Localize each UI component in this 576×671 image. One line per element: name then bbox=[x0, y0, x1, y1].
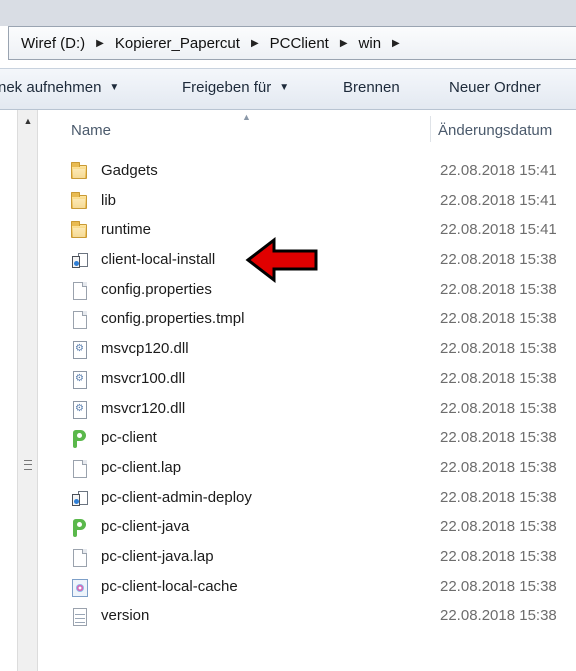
file-name: config.properties bbox=[101, 280, 212, 298]
file-date: 22.08.2018 15:38 bbox=[440, 607, 557, 625]
include-in-library-label: nek aufnehmen bbox=[0, 79, 102, 96]
papercut-app-icon bbox=[71, 519, 89, 538]
file-date: 22.08.2018 15:38 bbox=[440, 369, 557, 387]
file-row[interactable]: pc-client-java 22.08.2018 15:38 bbox=[38, 513, 576, 543]
file-date: 22.08.2018 15:38 bbox=[440, 458, 557, 476]
share-with-label: Freigeben für bbox=[182, 79, 272, 96]
file-list-pane: ▲ Name ▲ Änderungsdatum Gadgets 22.08.20… bbox=[0, 110, 576, 671]
file-date: 22.08.2018 15:38 bbox=[440, 518, 557, 536]
chevron-right-icon[interactable]: ▶ bbox=[340, 38, 348, 49]
file-name: pc-client-java.lap bbox=[101, 547, 214, 565]
file-row[interactable]: pc-client.lap 22.08.2018 15:38 bbox=[38, 454, 576, 484]
file-row[interactable]: pc-client-local-cache 22.08.2018 15:38 bbox=[38, 573, 576, 603]
file-row[interactable]: msvcp120.dll 22.08.2018 15:38 bbox=[38, 335, 576, 365]
file-name: msvcr120.dll bbox=[101, 399, 186, 417]
scrollbar-grip-icon[interactable] bbox=[24, 460, 32, 470]
file-name: pc-client.lap bbox=[101, 458, 182, 476]
file-name: Gadgets bbox=[101, 162, 158, 179]
file-rows: Gadgets 22.08.2018 15:41 lib 22.08.2018 … bbox=[38, 157, 576, 632]
file-date: 22.08.2018 15:41 bbox=[440, 221, 557, 239]
file-date: 22.08.2018 15:38 bbox=[440, 280, 557, 298]
file-name: pc-client bbox=[101, 429, 157, 447]
file-date: 22.08.2018 15:38 bbox=[440, 547, 557, 565]
file-name: msvcp120.dll bbox=[101, 340, 189, 358]
file-name: pc-client-java bbox=[101, 518, 190, 536]
breadcrumb-item-drive[interactable]: Wiref (D:) ▶ bbox=[19, 35, 113, 52]
document-icon bbox=[71, 281, 89, 300]
chevron-right-icon[interactable]: ▶ bbox=[96, 38, 104, 49]
chevron-right-icon[interactable]: ▶ bbox=[251, 38, 259, 49]
batch-file-icon bbox=[71, 490, 89, 508]
caret-down-icon: ▼ bbox=[279, 82, 290, 93]
file-name: version bbox=[101, 607, 150, 625]
file-date: 22.08.2018 15:41 bbox=[440, 162, 557, 179]
dll-icon bbox=[71, 400, 89, 419]
file-date: 22.08.2018 15:38 bbox=[440, 399, 557, 417]
column-header-name[interactable]: Name bbox=[71, 122, 111, 139]
include-in-library-button[interactable]: nek aufnehmen ▼ bbox=[0, 79, 119, 96]
breadcrumb-label[interactable]: PCClient bbox=[268, 35, 331, 52]
breadcrumb-item-kopierer[interactable]: Kopierer_Papercut ▶ bbox=[113, 35, 268, 52]
file-date: 22.08.2018 15:38 bbox=[440, 577, 557, 595]
file-row[interactable]: lib 22.08.2018 15:41 bbox=[38, 187, 576, 217]
burn-label: Brennen bbox=[343, 79, 400, 96]
file-row[interactable]: msvcr120.dll 22.08.2018 15:38 bbox=[38, 395, 576, 425]
file-date: 22.08.2018 15:38 bbox=[440, 488, 557, 506]
file-row[interactable]: msvcr100.dll 22.08.2018 15:38 bbox=[38, 365, 576, 395]
breadcrumb-label[interactable]: win bbox=[357, 35, 384, 52]
dll-icon bbox=[71, 370, 89, 389]
file-name: pc-client-local-cache bbox=[101, 577, 238, 595]
file-row[interactable]: pc-client-java.lap 22.08.2018 15:38 bbox=[38, 543, 576, 573]
file-row[interactable]: config.properties.tmpl 22.08.2018 15:38 bbox=[38, 305, 576, 335]
file-name: client-local-install bbox=[101, 251, 216, 269]
file-row[interactable]: Gadgets 22.08.2018 15:41 bbox=[38, 157, 576, 187]
window-top-strip bbox=[0, 0, 576, 26]
file-name: msvcr100.dll bbox=[101, 369, 186, 387]
column-header-row: Name ▲ Änderungsdatum bbox=[38, 110, 576, 144]
file-date: 22.08.2018 15:41 bbox=[440, 191, 557, 209]
sort-ascending-icon: ▲ bbox=[242, 112, 251, 122]
folder-icon bbox=[71, 162, 89, 181]
file-date: 22.08.2018 15:38 bbox=[440, 429, 557, 447]
share-with-button[interactable]: Freigeben für ▼ bbox=[182, 79, 289, 96]
folder-icon bbox=[71, 221, 89, 240]
burn-button[interactable]: Brennen bbox=[343, 79, 400, 96]
column-divider[interactable] bbox=[430, 116, 431, 142]
url-shortcut-icon bbox=[71, 578, 89, 597]
file-row[interactable]: pc-client-admin-deploy 22.08.2018 15:38 bbox=[38, 484, 576, 514]
text-file-icon bbox=[71, 608, 89, 627]
document-icon bbox=[71, 459, 89, 478]
scroll-up-arrow-icon[interactable]: ▲ bbox=[21, 114, 35, 128]
new-folder-button[interactable]: Neuer Ordner bbox=[449, 79, 541, 96]
column-header-date[interactable]: Änderungsdatum bbox=[438, 122, 552, 139]
caret-down-icon: ▼ bbox=[109, 82, 120, 93]
red-arrow-icon bbox=[245, 236, 318, 284]
breadcrumb-item-win[interactable]: win ▶ bbox=[357, 35, 409, 52]
papercut-app-icon bbox=[71, 430, 89, 449]
breadcrumb-label[interactable]: Kopierer_Papercut bbox=[113, 35, 242, 52]
command-toolbar: nek aufnehmen ▼ Freigeben für ▼ Brennen … bbox=[0, 68, 576, 110]
vertical-scrollbar[interactable]: ▲ bbox=[17, 110, 38, 671]
file-date: 22.08.2018 15:38 bbox=[440, 251, 557, 269]
file-row[interactable]: version 22.08.2018 15:38 bbox=[38, 602, 576, 632]
address-breadcrumb[interactable]: Wiref (D:) ▶ Kopierer_Papercut ▶ PCClien… bbox=[8, 26, 576, 60]
file-name: lib bbox=[101, 191, 117, 209]
batch-file-icon bbox=[71, 252, 89, 270]
dll-icon bbox=[71, 341, 89, 360]
file-date: 22.08.2018 15:38 bbox=[440, 340, 557, 358]
file-name: config.properties.tmpl bbox=[101, 310, 245, 328]
chevron-right-icon[interactable]: ▶ bbox=[392, 38, 400, 49]
new-folder-label: Neuer Ordner bbox=[449, 79, 541, 96]
file-name: runtime bbox=[101, 221, 152, 239]
file-row[interactable]: pc-client 22.08.2018 15:38 bbox=[38, 424, 576, 454]
breadcrumb-label[interactable]: Wiref (D:) bbox=[19, 35, 87, 52]
document-icon bbox=[71, 311, 89, 330]
document-icon bbox=[71, 548, 89, 567]
folder-icon bbox=[71, 191, 89, 211]
breadcrumb-item-pcclient[interactable]: PCClient ▶ bbox=[268, 35, 357, 52]
file-name: pc-client-admin-deploy bbox=[101, 488, 252, 506]
file-date: 22.08.2018 15:38 bbox=[440, 310, 557, 328]
